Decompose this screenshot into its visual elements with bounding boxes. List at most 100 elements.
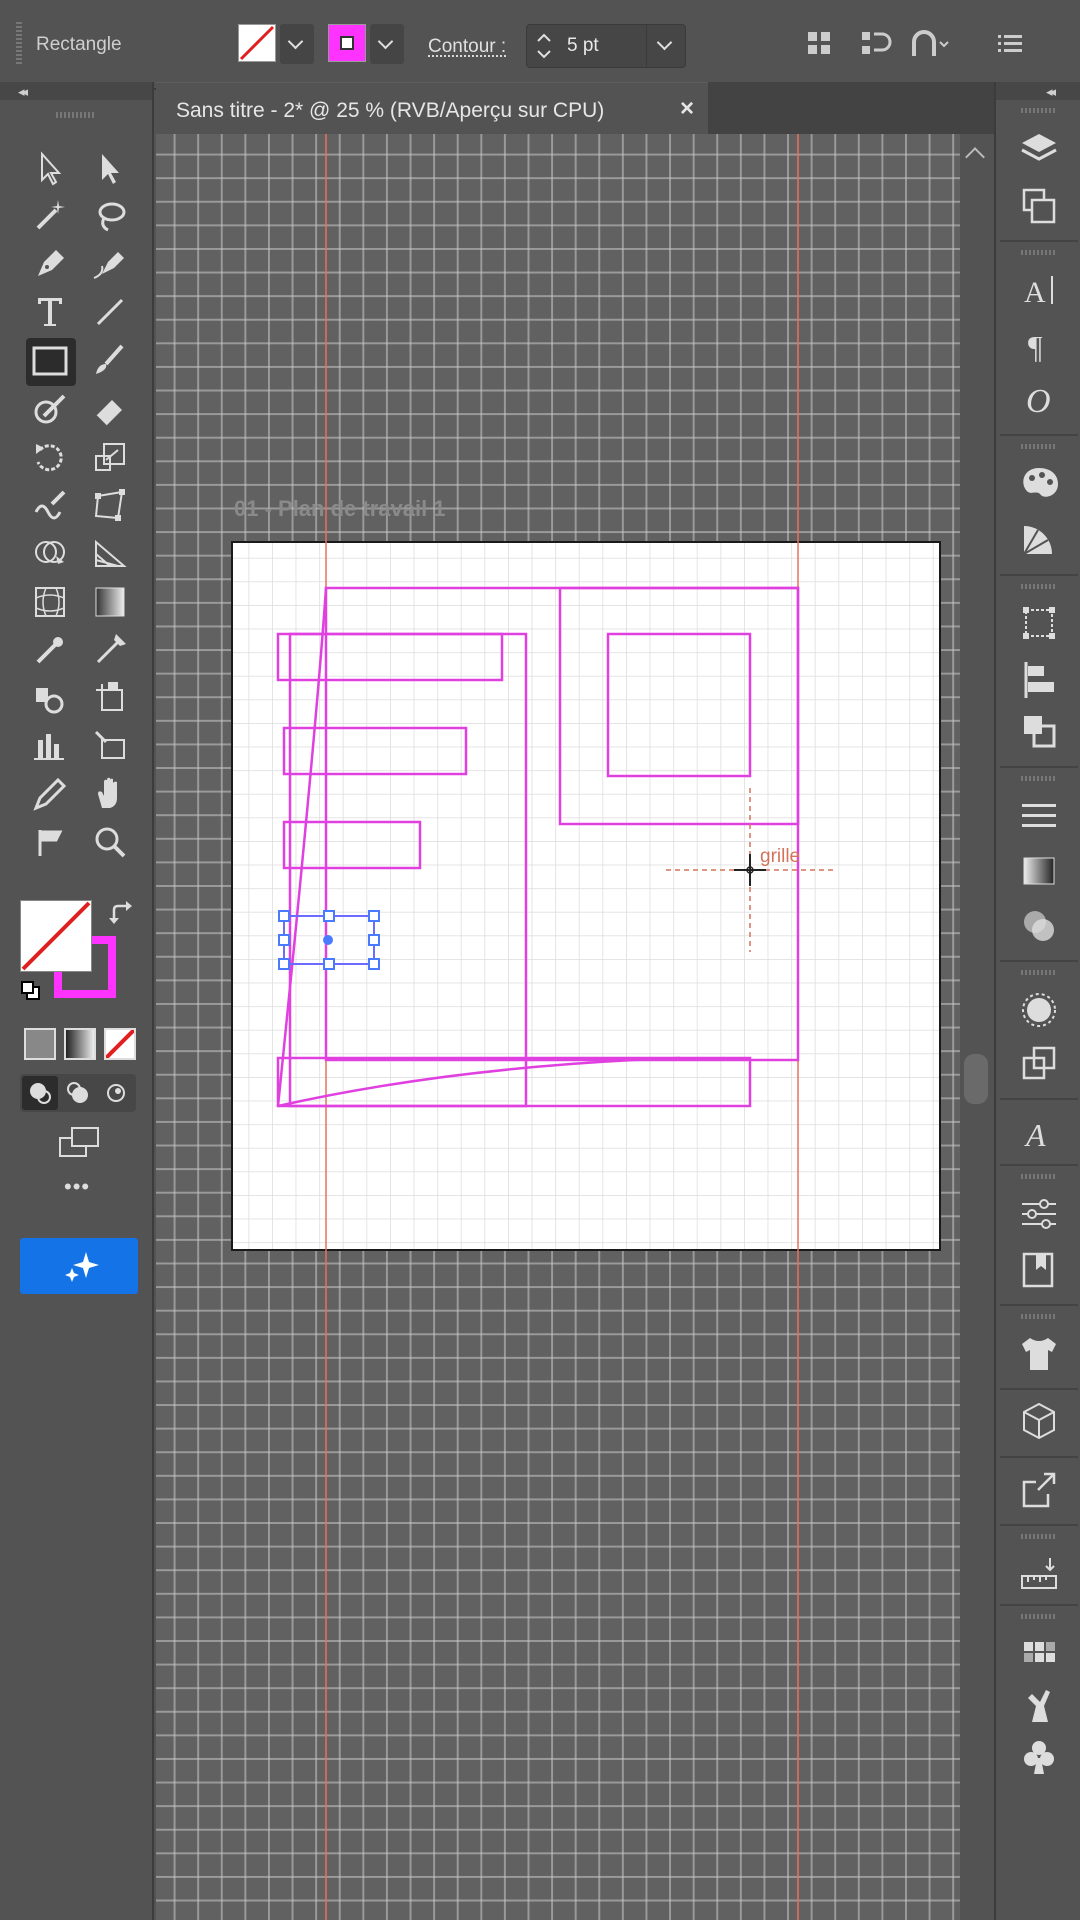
selection-tool[interactable]	[28, 146, 72, 190]
graphic-styles-panel-button[interactable]	[1014, 1040, 1064, 1088]
dock-grip[interactable]	[1021, 1174, 1057, 1179]
perspective-grid-tool[interactable]	[88, 532, 132, 576]
stroke-dropdown[interactable]	[370, 24, 404, 64]
dock-grip[interactable]	[1021, 444, 1057, 449]
artboard-tool[interactable]	[88, 676, 132, 720]
properties-panel-button[interactable]	[1014, 1190, 1064, 1238]
fill-swatch[interactable]	[238, 24, 276, 62]
export-panel-button[interactable]	[1014, 1466, 1064, 1514]
pathfinder-panel-button[interactable]	[1014, 708, 1064, 756]
layers-panel-button[interactable]	[1014, 126, 1064, 174]
stroke-weight-spinner-icon[interactable]	[527, 25, 561, 67]
dock-grip[interactable]	[1021, 1314, 1057, 1319]
gradient-panel-button[interactable]	[1014, 848, 1064, 896]
contour-label[interactable]: Contour :	[428, 36, 506, 58]
none-mode-button[interactable]	[104, 1028, 136, 1060]
swap-fill-stroke-icon[interactable]	[108, 900, 134, 926]
puppet-panel-button[interactable]	[1014, 1682, 1064, 1730]
color-mode-button[interactable]	[24, 1028, 56, 1060]
stroke-panel-button[interactable]	[1014, 792, 1064, 840]
stroke-swatch[interactable]	[328, 24, 366, 62]
shaper-tool[interactable]	[28, 388, 72, 432]
panel-menu-icon[interactable]	[990, 24, 1030, 64]
vertical-scrollbar[interactable]	[960, 134, 994, 1920]
screen-mode-icon[interactable]	[56, 1124, 104, 1160]
magic-wand-tool[interactable]	[28, 194, 72, 238]
character-panel-button[interactable]: A	[1014, 266, 1064, 314]
color-guide-panel-button[interactable]	[1014, 516, 1064, 564]
rotate-tool[interactable]	[28, 436, 72, 480]
slice-tool[interactable]	[88, 724, 132, 768]
warp-envelope-icon[interactable]	[906, 24, 954, 64]
paintbrush-tool[interactable]	[88, 338, 132, 382]
expand-panels-icon[interactable]: ◂◂	[1046, 84, 1056, 100]
zoom-tool[interactable]	[88, 820, 132, 864]
artboards-panel-button[interactable]	[1014, 182, 1064, 230]
symbols-panel-button[interactable]	[1014, 1734, 1064, 1782]
gradient-mode-button[interactable]	[64, 1028, 96, 1060]
line-segment-tool[interactable]	[88, 290, 132, 334]
hand-tool[interactable]	[88, 772, 132, 816]
mockup-panel-button[interactable]	[1014, 1330, 1064, 1378]
blend-tool[interactable]	[88, 628, 132, 672]
generative-ai-button[interactable]	[20, 1238, 138, 1294]
dock-grip[interactable]	[1021, 1534, 1057, 1539]
dock-grip[interactable]	[1021, 584, 1057, 589]
puppet-warp-tool[interactable]	[28, 820, 72, 864]
direct-selection-tool[interactable]	[88, 146, 132, 190]
opentype-panel-button[interactable]: O	[1014, 374, 1064, 422]
free-transform-tool[interactable]	[88, 484, 132, 528]
scale-tool[interactable]	[88, 436, 132, 480]
rectangle-tool[interactable]	[26, 338, 76, 386]
tools-panel-grip[interactable]	[56, 112, 96, 118]
curvature-tool[interactable]	[88, 242, 132, 286]
pencil-tool[interactable]	[28, 772, 72, 816]
draw-behind-button[interactable]	[60, 1076, 96, 1110]
eraser-tool[interactable]	[88, 388, 132, 432]
dock-header[interactable]: ◂◂	[996, 82, 1080, 100]
canvas[interactable]: 01 - Plan de travail 1 grille	[156, 134, 960, 1920]
stroke-weight-value[interactable]: 5 pt	[567, 35, 599, 57]
stroke-weight-field[interactable]: 5 pt	[526, 24, 686, 68]
paragraph-panel-button[interactable]: ¶	[1014, 320, 1064, 368]
fill-dropdown[interactable]	[280, 24, 314, 64]
stroke-weight-dropdown[interactable]	[646, 25, 685, 67]
actions-panel-button[interactable]	[1014, 1550, 1064, 1598]
transform-panel-button[interactable]	[1014, 600, 1064, 648]
dock-grip[interactable]	[1021, 970, 1057, 975]
edit-toolbar-button[interactable]: •••	[64, 1174, 90, 1200]
dock-grip[interactable]	[1021, 1614, 1057, 1619]
dock-grip[interactable]	[1021, 776, 1057, 781]
fill-large-swatch[interactable]	[20, 900, 92, 972]
color-panel-button[interactable]	[1014, 460, 1064, 508]
align-icon[interactable]	[856, 24, 896, 64]
eyedropper-tool[interactable]	[28, 628, 72, 672]
gradient-tool[interactable]	[88, 580, 132, 624]
dock-grip[interactable]	[1021, 250, 1057, 255]
appearance-panel-button[interactable]	[1014, 986, 1064, 1034]
symbol-sprayer-tool[interactable]	[28, 676, 72, 720]
document-tab[interactable]: Sans titre - 2* @ 25 % (RVB/Aperçu sur C…	[156, 82, 708, 135]
swatches-panel-button[interactable]	[1014, 1630, 1064, 1678]
control-bar-grip[interactable]	[16, 22, 22, 66]
libraries-panel-button[interactable]	[1014, 1246, 1064, 1294]
3d-panel-button[interactable]	[1014, 1398, 1064, 1446]
type-tool[interactable]	[28, 290, 72, 334]
lasso-tool[interactable]	[88, 194, 132, 238]
scroll-up-icon[interactable]	[965, 147, 985, 167]
dock-grip[interactable]	[1021, 108, 1057, 113]
collapse-icon[interactable]: ◂◂	[18, 84, 28, 100]
default-fill-stroke-icon[interactable]	[20, 980, 42, 1002]
draw-inside-button[interactable]	[98, 1076, 134, 1110]
warp-tool[interactable]	[28, 484, 72, 528]
mesh-tool[interactable]	[28, 580, 72, 624]
shape-builder-tool[interactable]	[28, 532, 72, 576]
transform-icon[interactable]	[800, 24, 840, 64]
pen-tool[interactable]	[28, 242, 72, 286]
document-tab-title[interactable]: Sans titre - 2* @ 25 % (RVB/Aperçu sur C…	[176, 99, 604, 123]
character-styles-panel-button[interactable]: A	[1014, 1108, 1064, 1156]
tools-panel-header[interactable]: ◂◂	[0, 82, 152, 100]
align-panel-button[interactable]	[1014, 656, 1064, 704]
transparency-panel-button[interactable]	[1014, 902, 1064, 950]
scroll-thumb[interactable]	[964, 1054, 988, 1104]
